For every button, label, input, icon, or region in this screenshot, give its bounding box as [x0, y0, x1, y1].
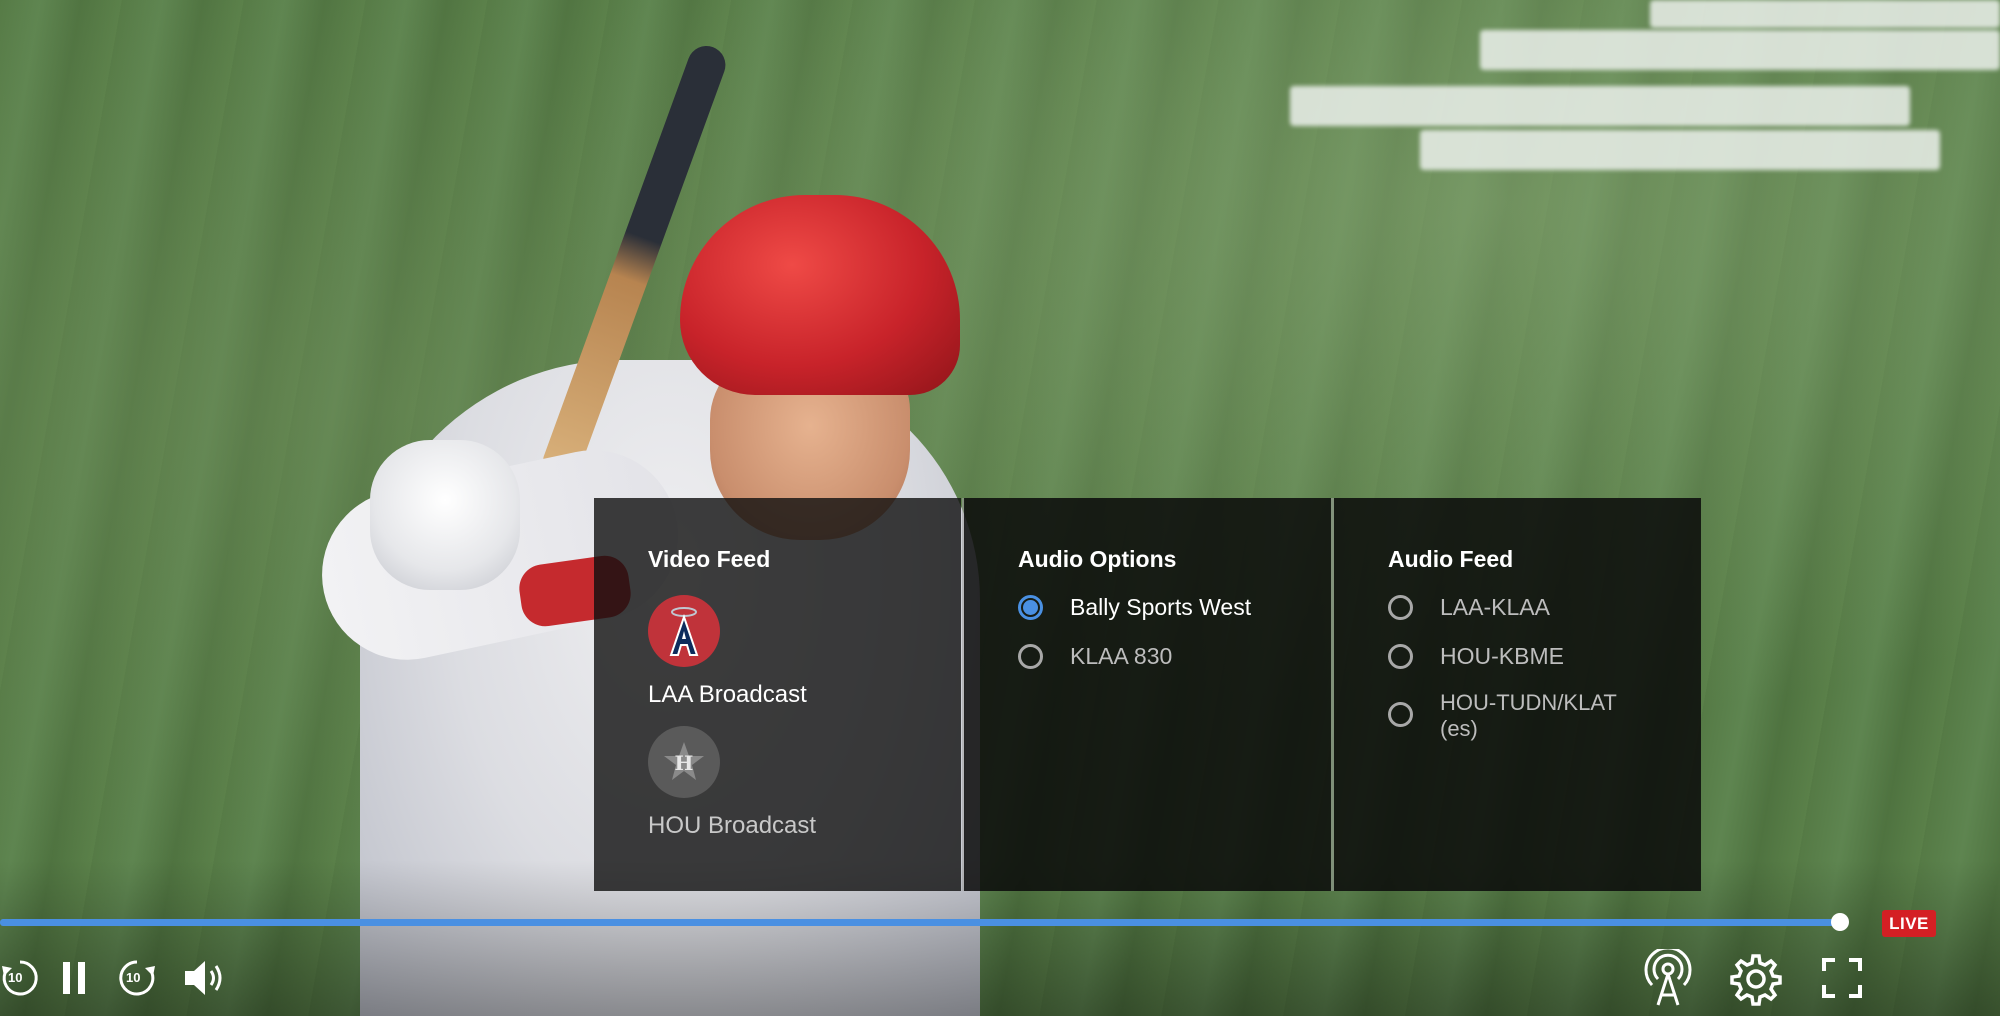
- field-logo-paint: [1420, 130, 1940, 170]
- settings-button[interactable]: [1727, 950, 1785, 1008]
- field-logo-paint: [1650, 0, 2000, 28]
- audio-option-label: KLAA 830: [1070, 643, 1173, 669]
- field-logo-paint: [1290, 86, 1910, 126]
- svg-text:H: H: [675, 751, 694, 775]
- audio-option-label: Bally Sports West: [1070, 594, 1252, 620]
- rewind-10-button[interactable]: 10: [0, 952, 46, 1004]
- volume-icon: [185, 961, 222, 995]
- audio-options-title: Audio Options: [1018, 546, 1177, 572]
- audio-feed-label: LAA-KLAA: [1440, 594, 1550, 620]
- field-logo-paint: [1480, 30, 2000, 70]
- audio-feed-hou-kbme[interactable]: HOU-KBME: [1388, 643, 1564, 670]
- audio-option-bally-sports-west[interactable]: Bally Sports West: [1018, 594, 1251, 621]
- radio-unselected-icon[interactable]: [1388, 644, 1413, 669]
- pause-icon: [63, 962, 85, 994]
- rewind-seconds-label: 10: [8, 970, 23, 985]
- airplay-button[interactable]: [1640, 948, 1696, 1008]
- audio-options-panel: Audio Options Bally Sports West KLAA 830: [964, 498, 1331, 891]
- fullscreen-button[interactable]: [1816, 952, 1868, 1004]
- playback-progress-bar[interactable]: [0, 919, 1840, 926]
- batting-gloves: [370, 440, 520, 590]
- radio-unselected-icon[interactable]: [1388, 595, 1413, 620]
- audio-feed-label: HOU-KBME: [1440, 643, 1564, 669]
- settings-gear-icon: [1730, 954, 1782, 1006]
- audio-feed-panel: Audio Feed LAA-KLAA HOU-KBME HOU-TUDN/KL…: [1334, 498, 1701, 891]
- audio-feed-laa-klaa[interactable]: LAA-KLAA: [1388, 594, 1550, 621]
- hou-broadcast-button[interactable]: H: [648, 726, 720, 798]
- radio-unselected-icon[interactable]: [1018, 644, 1043, 669]
- radio-selected-icon[interactable]: [1018, 595, 1043, 620]
- audio-option-klaa-830[interactable]: KLAA 830: [1018, 643, 1172, 670]
- progress-scrubber-handle[interactable]: [1831, 913, 1849, 931]
- forward-seconds-label: 10: [126, 970, 141, 985]
- astros-logo-icon: H: [664, 742, 704, 780]
- hou-broadcast-label: HOU Broadcast: [648, 812, 817, 839]
- video-feed-title: Video Feed: [648, 546, 771, 572]
- live-badge[interactable]: LIVE: [1882, 910, 1936, 937]
- audio-feed-title: Audio Feed: [1388, 546, 1514, 572]
- volume-button[interactable]: [180, 952, 232, 1004]
- angels-logo-icon: [669, 607, 699, 656]
- pause-button[interactable]: [48, 952, 100, 1004]
- audio-feed-hou-tudn-klat[interactable]: HOU-TUDN/KLAT (es): [1388, 690, 1617, 742]
- laa-broadcast-label: LAA Broadcast: [648, 681, 807, 708]
- radio-unselected-icon[interactable]: [1388, 702, 1413, 727]
- forward-10-button[interactable]: 10: [111, 952, 163, 1004]
- batting-helmet: [680, 195, 960, 395]
- audio-feed-label: HOU-TUDN/KLAT (es): [1440, 690, 1617, 741]
- video-feed-panel: Video Feed LAA Broadcast H HOU Broadcast: [594, 498, 961, 891]
- fullscreen-icon: [1822, 958, 1862, 998]
- airplay-icon: [1644, 949, 1692, 1006]
- laa-broadcast-button[interactable]: [648, 595, 720, 667]
